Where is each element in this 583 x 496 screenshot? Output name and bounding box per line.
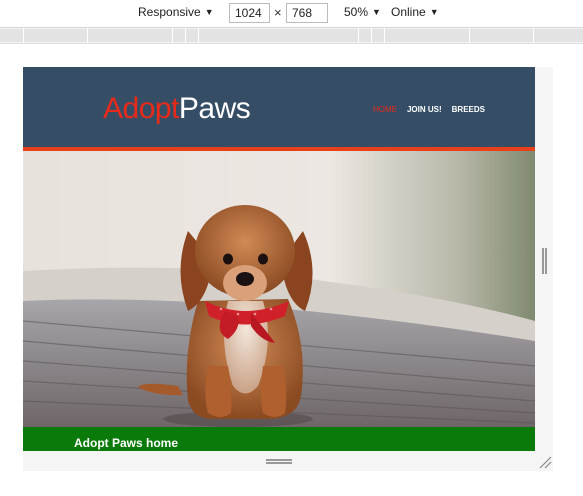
network-label: Online (391, 5, 426, 19)
ruler-tick (87, 28, 88, 43)
ruler-tick (23, 28, 24, 43)
hero-image (23, 151, 535, 427)
zoom-dropdown[interactable]: 50% ▼ (344, 5, 381, 19)
ruler-tick (358, 28, 359, 43)
ruler-tick (185, 28, 186, 43)
grip-line (266, 459, 292, 461)
chevron-down-icon: ▼ (372, 7, 381, 17)
resize-handle-bottom[interactable] (266, 459, 292, 465)
nav-join-us[interactable]: JOIN US! (407, 105, 442, 114)
resize-handle-right[interactable] (542, 248, 548, 274)
site-header: AdoptPaws HOME JOIN US! BREEDS (23, 67, 535, 147)
chevron-down-icon: ▼ (204, 7, 214, 17)
resize-corner-icon[interactable] (538, 455, 552, 469)
emulated-viewport: AdoptPaws HOME JOIN US! BREEDS Adopt Paw… (23, 67, 535, 451)
width-input[interactable] (229, 3, 270, 23)
logo-part-adopt: Adopt (103, 92, 179, 125)
puppy-photo (23, 151, 535, 427)
device-mode-dropdown[interactable]: Responsive ▼ (138, 5, 214, 19)
ruler-tick (172, 28, 173, 43)
device-stage: AdoptPaws HOME JOIN US! BREEDS Adopt Paw… (0, 44, 583, 496)
media-query-ruler[interactable] (0, 27, 583, 44)
times-icon: × (274, 5, 282, 20)
nav-home[interactable]: HOME (373, 105, 397, 114)
zoom-label: 50% (344, 5, 369, 19)
ruler-tick (371, 28, 372, 43)
network-dropdown[interactable]: Online ▼ (391, 5, 439, 19)
devtools-toolbar: Responsive ▼ × 50% ▼ Online ▼ (0, 0, 583, 27)
main-nav: HOME JOIN US! BREEDS (373, 105, 485, 114)
site-logo[interactable]: AdoptPaws (103, 92, 251, 126)
ruler-tick (198, 28, 199, 43)
nav-breeds[interactable]: BREEDS (452, 105, 485, 114)
logo-part-paws: Paws (178, 92, 251, 125)
ruler-tick (533, 28, 534, 43)
height-input[interactable] (286, 3, 328, 23)
grip-line (266, 462, 292, 464)
grip-line (542, 248, 544, 274)
ruler-tick (384, 28, 385, 43)
chevron-down-icon: ▼ (429, 7, 439, 17)
device-mode-label: Responsive (138, 5, 201, 19)
page-title: Adopt Paws home (74, 436, 179, 450)
ruler-tick (469, 28, 470, 43)
grip-line (545, 248, 547, 274)
page-title-bar: Adopt Paws home (23, 427, 535, 451)
